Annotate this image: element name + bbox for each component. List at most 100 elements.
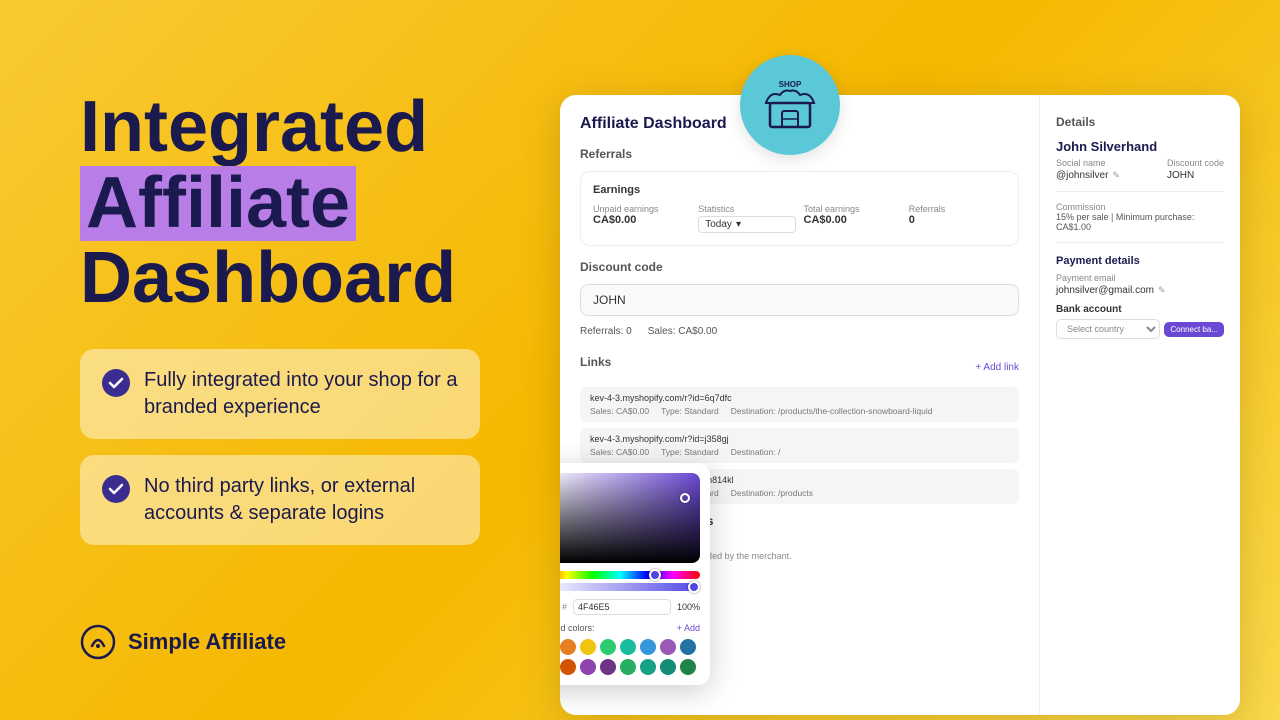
hex-pct: 100% [677, 602, 700, 612]
shop-building-icon: SHOP [760, 75, 820, 135]
add-color-button[interactable]: + Add [677, 623, 700, 633]
title-line3: Dashboard [80, 241, 580, 317]
color-gradient-box[interactable] [560, 473, 700, 563]
dashboard-details-sidebar: Details John Silverhand Social name @joh… [1040, 95, 1240, 715]
discount-stats: Referrals: 0 Sales: CA$0.00 [580, 322, 1019, 341]
divider-1 [1056, 191, 1224, 192]
divider-2 [1056, 242, 1224, 243]
link-item-2: kev-4-3.myshopify.com/r?id=j358gj Sales:… [580, 428, 1019, 463]
saved-colors-label: Saved colors: [560, 623, 595, 633]
link-dest-2: Destination: / [731, 447, 781, 457]
discount-code-input[interactable]: JOHN [580, 284, 1019, 316]
features-list: Fully integrated into your shop for a br… [80, 349, 580, 545]
swatch-14[interactable] [640, 659, 656, 675]
unpaid-value: CA$0.00 [593, 214, 690, 226]
color-swatches [560, 639, 700, 675]
total-label: Total earnings [804, 204, 901, 214]
swatch-3[interactable] [580, 639, 596, 655]
title-line1: Integrated [80, 90, 580, 166]
right-panel: SHOP Affiliate Dashboard Referrals Earni… [520, 0, 1280, 720]
payment-email-value: johnsilver@gmail.com [1056, 285, 1154, 296]
feature-text-2: No third party links, or external accoun… [144, 473, 458, 527]
swatch-6[interactable] [640, 639, 656, 655]
add-link-button[interactable]: + Add link [975, 362, 1019, 373]
feature-item-1: Fully integrated into your shop for a br… [80, 349, 480, 439]
payment-email-block: Payment email johnsilver@gmail.com ✎ [1056, 273, 1168, 296]
sales-stat: Sales: CA$0.00 [648, 326, 718, 337]
referrals-count-value: 0 [909, 214, 1006, 226]
alpha-thumb[interactable] [688, 581, 700, 593]
payment-email-label: Payment email [1056, 273, 1168, 283]
total-earnings-cell: Total earnings CA$0.00 [804, 204, 901, 233]
feature-item-2: No third party links, or external accoun… [80, 455, 480, 545]
statistics-cell: Statistics Today ▾ [698, 204, 795, 233]
link-sales-1: Sales: CA$0.00 [590, 406, 649, 416]
color-gradient-thumb[interactable] [680, 493, 690, 503]
earnings-box: Earnings Unpaid earnings CA$0.00 Statist… [580, 171, 1019, 246]
link-meta-2: Sales: CA$0.00 Type: Standard Destinatio… [590, 447, 1009, 457]
brand-logo-icon [80, 624, 116, 660]
links-header: Links + Add link [580, 355, 1019, 379]
social-name-row: @johnsilver ✎ [1056, 168, 1122, 181]
link-type-1: Type: Standard [661, 406, 719, 416]
swatch-10[interactable] [560, 659, 576, 675]
connect-bank-button[interactable]: Connect ba... [1164, 322, 1224, 337]
discount-label: Discount code [580, 260, 1019, 274]
earnings-title: Earnings [593, 184, 1006, 196]
swatch-8[interactable] [680, 639, 696, 655]
swatch-2[interactable] [560, 639, 576, 655]
detail-social-row: Social name @johnsilver ✎ Discount code … [1056, 158, 1224, 181]
unpaid-label: Unpaid earnings [593, 204, 690, 214]
commission-block: Commission 15% per sale | Minimum purcha… [1056, 202, 1224, 232]
swatch-12[interactable] [600, 659, 616, 675]
rainbow-thumb[interactable] [649, 569, 661, 581]
brand-name: Simple Affiliate [128, 629, 286, 655]
statistics-select[interactable]: Today ▾ [698, 216, 795, 233]
hex-input[interactable] [573, 599, 671, 615]
social-name-value: @johnsilver [1056, 170, 1108, 181]
country-select[interactable]: Select country [1056, 319, 1160, 339]
social-name-label: Social name [1056, 158, 1122, 168]
color-picker-card: Hex # 100% Saved colors: + Add [560, 463, 710, 685]
statistics-value: Today [705, 219, 732, 230]
swatch-15[interactable] [660, 659, 676, 675]
details-section-label: Details [1056, 115, 1224, 129]
unpaid-earnings-cell: Unpaid earnings CA$0.00 [593, 204, 690, 233]
swatch-4[interactable] [600, 639, 616, 655]
detail-discount-block: Discount code JOHN [1167, 158, 1224, 181]
country-select-row: Select country Connect ba... [1056, 319, 1224, 339]
left-panel: Integrated Affiliate Dashboard Fully int… [80, 90, 580, 545]
title-line2: Affiliate [80, 166, 356, 242]
referrals-stat: Referrals: 0 [580, 326, 632, 337]
earnings-row: Unpaid earnings CA$0.00 Statistics Today… [593, 204, 1006, 233]
link-dest-3: Destination: /products [731, 488, 813, 498]
dashboard-card: Affiliate Dashboard Referrals Earnings U… [560, 95, 1240, 715]
links-label: Links [580, 355, 611, 369]
link-url-1: kev-4-3.myshopify.com/r?id=6q7dfc [590, 393, 1009, 403]
swatch-11[interactable] [580, 659, 596, 675]
link-dest-1: Destination: /products/the-collection-sn… [731, 406, 933, 416]
swatch-5[interactable] [620, 639, 636, 655]
chevron-down-icon: ▾ [736, 219, 741, 230]
link-meta-1: Sales: CA$0.00 Type: Standard Destinatio… [590, 406, 1009, 416]
saved-colors-header: Saved colors: + Add [560, 623, 700, 633]
check-icon-2 [102, 475, 130, 503]
link-type-2: Type: Standard [661, 447, 719, 457]
alpha-bar[interactable] [560, 583, 700, 591]
swatch-13[interactable] [620, 659, 636, 675]
referrals-count-label: Referrals [909, 204, 1006, 214]
rainbow-bar[interactable] [560, 571, 700, 579]
dashboard-main: Affiliate Dashboard Referrals Earnings U… [560, 95, 1040, 715]
edit-email-icon[interactable]: ✎ [1158, 285, 1168, 295]
discount-code-section: Discount code JOHN Referrals: 0 Sales: C… [580, 260, 1019, 341]
payment-email-row-inner: johnsilver@gmail.com ✎ [1056, 283, 1168, 296]
detail-social-block: Social name @johnsilver ✎ [1056, 158, 1122, 181]
swatch-16[interactable] [680, 659, 696, 675]
svg-text:SHOP: SHOP [779, 80, 802, 89]
edit-social-icon[interactable]: ✎ [1112, 170, 1122, 180]
swatch-7[interactable] [660, 639, 676, 655]
commission-label: Commission [1056, 202, 1224, 212]
detail-name: John Silverhand [1056, 139, 1224, 154]
bank-account-label: Bank account [1056, 304, 1224, 315]
payment-details-title: Payment details [1056, 255, 1224, 267]
